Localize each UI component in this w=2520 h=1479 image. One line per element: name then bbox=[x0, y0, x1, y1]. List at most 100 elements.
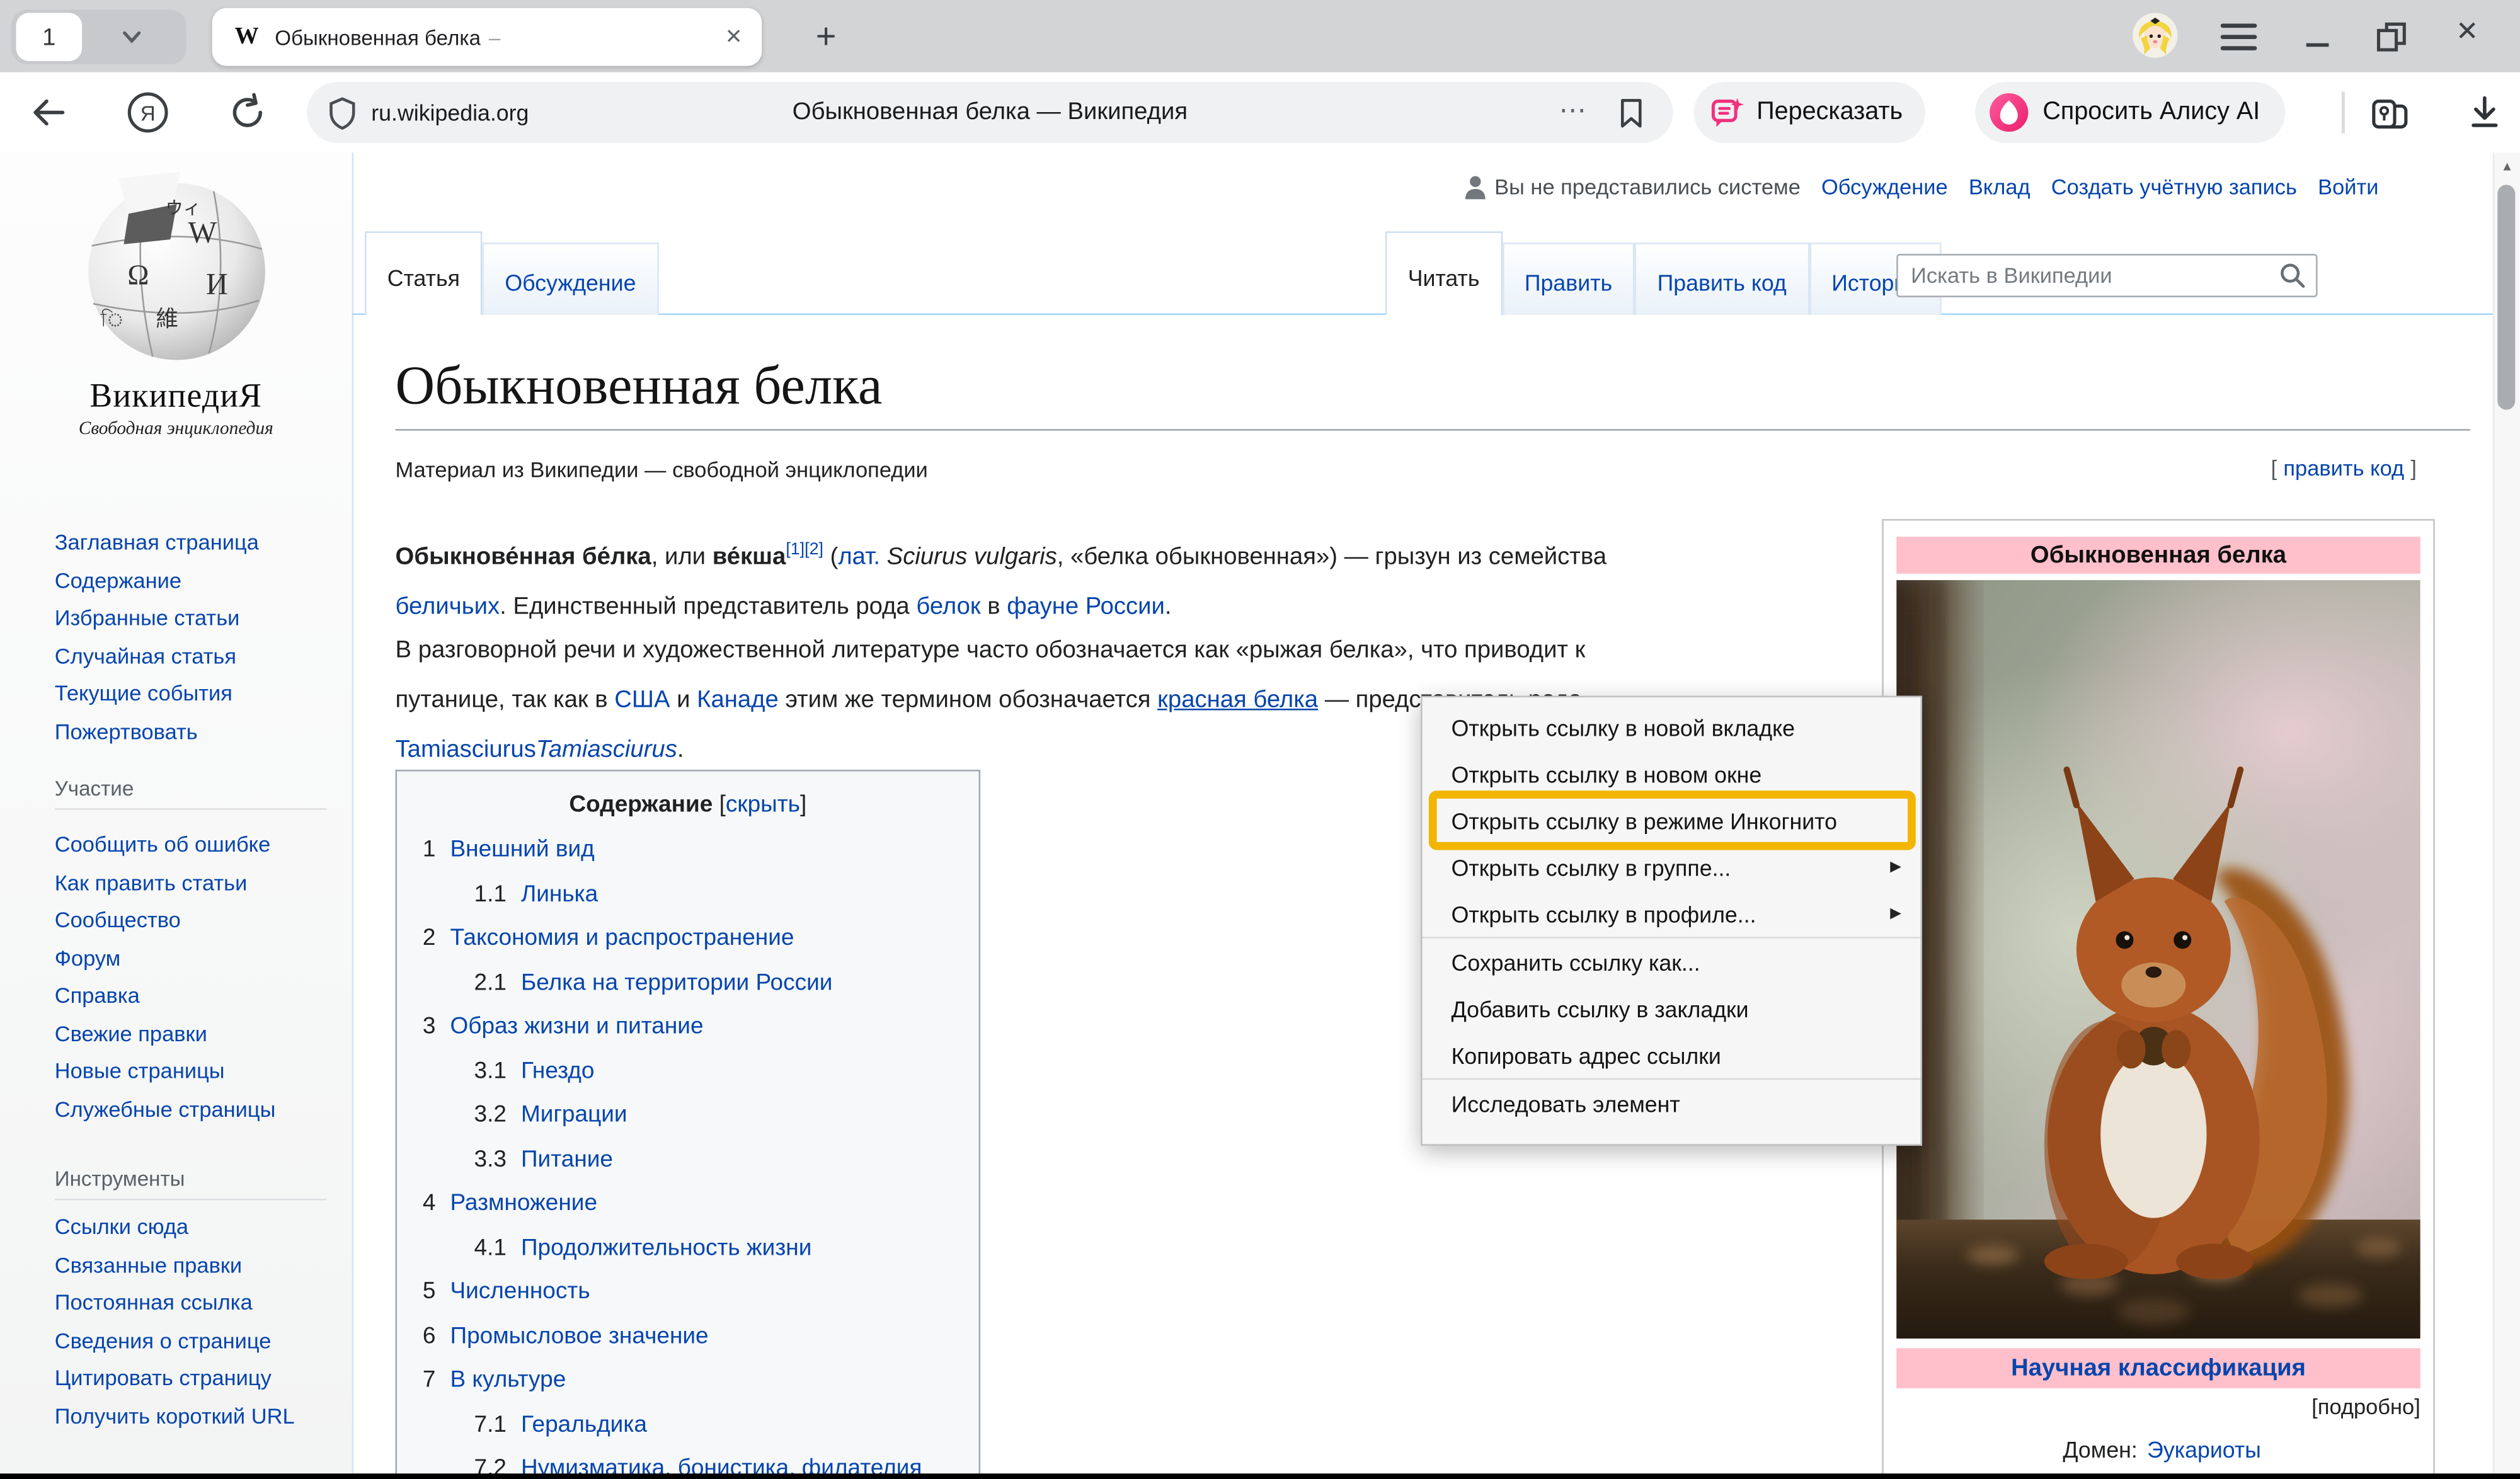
toc-link[interactable]: Продолжительность жизни bbox=[521, 1235, 811, 1260]
menu-item-open-new-tab[interactable]: Открыть ссылку в новой вкладке bbox=[1423, 704, 1921, 750]
window-close-button[interactable]: ✕ bbox=[2456, 16, 2478, 49]
toc-link[interactable]: Численность bbox=[450, 1279, 590, 1305]
sidebar-item-report-error[interactable]: Сообщить об ошибке bbox=[55, 826, 271, 864]
latin-link[interactable]: лат. bbox=[838, 543, 880, 570]
toc-link[interactable]: Промысловое значение bbox=[450, 1323, 708, 1349]
toc-link[interactable]: Белка на территории России bbox=[521, 970, 832, 996]
omnibox[interactable]: ru.wikipedia.org Обыкновенная белка — Ви… bbox=[307, 82, 1673, 143]
sidebar-item-donate[interactable]: Пожертвовать bbox=[55, 712, 198, 750]
canada-link[interactable]: Канаде bbox=[697, 686, 779, 713]
profile-avatar[interactable] bbox=[2133, 13, 2177, 57]
sidebar-item-related-changes[interactable]: Связанные правки bbox=[55, 1251, 242, 1278]
page-scrollbar[interactable]: ▲ bbox=[2493, 152, 2520, 1479]
menu-item-bookmark-link[interactable]: Добавить ссылку в закладки bbox=[1423, 985, 1921, 1032]
sidebar-item-cite-page[interactable]: Цитировать страницу bbox=[55, 1364, 272, 1391]
menu-item-open-in-group[interactable]: Открыть ссылку в группе...▶ bbox=[1423, 843, 1921, 890]
sidebar-item-help[interactable]: Справка bbox=[55, 977, 140, 1015]
menu-item-save-link-as[interactable]: Сохранить ссылку как... bbox=[1423, 939, 1921, 985]
usa-link[interactable]: США bbox=[614, 686, 670, 713]
squirrel-family-link[interactable]: беличьих bbox=[396, 593, 500, 620]
tamiasciurus-link[interactable]: Tamiasciurus bbox=[396, 736, 536, 763]
window-restore-button[interactable] bbox=[2372, 18, 2410, 56]
sidebar-item-special-pages[interactable]: Служебные страницы bbox=[55, 1090, 276, 1128]
personal-link-login[interactable]: Войти bbox=[2318, 175, 2378, 199]
menu-item-copy-link-address[interactable]: Копировать адрес ссылки bbox=[1423, 1032, 1921, 1078]
genus-link[interactable]: белок bbox=[916, 593, 980, 620]
personal-bar: Вы не представились системе Обсуждение В… bbox=[1464, 175, 2379, 199]
toc-link[interactable]: Таксономия и распространение bbox=[450, 925, 794, 951]
personal-link-talk[interactable]: Обсуждение bbox=[1821, 175, 1948, 199]
taxobox-image[interactable] bbox=[1896, 580, 2420, 1339]
browser-tab[interactable]: W Обыкновенная белка – ✕ bbox=[212, 8, 762, 66]
omnibox-more-icon[interactable]: ⋯ bbox=[1559, 82, 1586, 143]
sidebar-item-current-events[interactable]: Текущие события bbox=[55, 675, 232, 712]
sidebar-item-recent-changes[interactable]: Свежие правки bbox=[55, 1015, 207, 1053]
ref-1-link[interactable]: [1] bbox=[786, 540, 805, 559]
toc-link[interactable]: Образ жизни и питание bbox=[450, 1014, 703, 1040]
collections-panel-icon[interactable] bbox=[2369, 91, 2410, 133]
tab-discussion[interactable]: Обсуждение bbox=[483, 243, 659, 315]
wiki-search-input[interactable] bbox=[1896, 254, 2317, 297]
tab-article[interactable]: Статья bbox=[365, 231, 483, 315]
tab-edit-source[interactable]: Править код bbox=[1635, 243, 1809, 315]
fauna-russia-link[interactable]: фауне России bbox=[1007, 593, 1165, 620]
toc-link[interactable]: Гнездо bbox=[521, 1058, 594, 1084]
sidebar-item-short-url[interactable]: Получить короткий URL bbox=[55, 1402, 295, 1429]
scrollbar-thumb[interactable] bbox=[2497, 185, 2515, 409]
window-minimize-button[interactable] bbox=[2298, 21, 2337, 53]
ask-alice-label: Спросить Алису AI bbox=[2042, 98, 2260, 127]
sidebar-item-new-pages[interactable]: Новые страницы bbox=[55, 1053, 225, 1090]
toc-link[interactable]: Внешний вид bbox=[450, 837, 594, 863]
new-tab-button[interactable]: + bbox=[800, 11, 852, 63]
tab-edit[interactable]: Править bbox=[1502, 243, 1635, 315]
menu-item-open-in-profile[interactable]: Открыть ссылку в профиле...▶ bbox=[1423, 890, 1921, 937]
toc-link[interactable]: Питание bbox=[521, 1146, 613, 1172]
sidebar-item-main-page[interactable]: Заглавная страница bbox=[55, 524, 259, 562]
toc-link[interactable]: Размножение bbox=[450, 1191, 597, 1216]
sidebar-item-permanent-link[interactable]: Постоянная ссылка bbox=[55, 1289, 253, 1316]
ask-alice-button[interactable]: Спросить Алису AI bbox=[1975, 82, 2286, 143]
menu-item-open-incognito[interactable]: Открыть ссылку в режиме Инкогнито bbox=[1423, 797, 1921, 843]
sidebar-item-forum[interactable]: Форум bbox=[55, 939, 121, 977]
sidebar-item-how-to-edit[interactable]: Как править статьи bbox=[55, 864, 248, 901]
menu-item-inspect-element[interactable]: Исследовать элемент bbox=[1423, 1080, 1921, 1126]
domain-value-link[interactable]: Эукариоты bbox=[2147, 1437, 2261, 1463]
tab-count-badge[interactable]: 1 bbox=[16, 13, 83, 61]
toc-item: 1Внешний вид bbox=[397, 829, 978, 873]
menu-hamburger-icon[interactable] bbox=[2218, 21, 2259, 53]
ref-2-link[interactable]: [2] bbox=[805, 540, 823, 559]
refresh-icon[interactable] bbox=[227, 91, 268, 133]
toc-link[interactable]: В культуре bbox=[450, 1368, 566, 1393]
article-subtitle: Материал из Википедии — свободной энцикл… bbox=[396, 458, 928, 482]
details-link[interactable]: подробно bbox=[2318, 1395, 2414, 1419]
sidebar-item-what-links-here[interactable]: Ссылки сюда bbox=[55, 1213, 188, 1240]
red-squirrel-link[interactable]: красная белка bbox=[1157, 686, 1318, 713]
sidebar-item-contents[interactable]: Содержание bbox=[55, 562, 181, 600]
personal-link-contributions[interactable]: Вклад bbox=[1969, 175, 2030, 199]
tab-group-counter[interactable]: 1 bbox=[11, 9, 186, 64]
chevron-down-icon[interactable] bbox=[120, 26, 143, 49]
classification-link[interactable]: Научная классификация bbox=[2011, 1355, 2306, 1382]
toc-link[interactable]: Геральдика bbox=[521, 1412, 647, 1437]
toc-link[interactable]: Миграции bbox=[521, 1102, 627, 1128]
tab-close-icon[interactable]: ✕ bbox=[725, 24, 743, 50]
back-icon[interactable] bbox=[29, 93, 69, 132]
wikipedia-logo[interactable]: W И Ω 維 ウィ ি ВикипедиЯ Свободная энцикло… bbox=[0, 172, 352, 438]
search-icon[interactable] bbox=[2279, 262, 2306, 289]
tab-read[interactable]: Читать bbox=[1385, 231, 1502, 315]
sidebar-item-page-info[interactable]: Сведения о странице bbox=[55, 1327, 272, 1354]
downloads-icon[interactable] bbox=[2465, 93, 2504, 132]
scrollbar-up-arrow-icon[interactable]: ▲ bbox=[2494, 159, 2520, 174]
bookmark-icon[interactable] bbox=[1618, 98, 1644, 128]
menu-item-open-new-window[interactable]: Открыть ссылку в новом окне bbox=[1423, 750, 1921, 797]
retell-ai-button[interactable]: Пересказать bbox=[1694, 82, 1925, 143]
sidebar-item-featured[interactable]: Избранные статьи bbox=[55, 600, 240, 637]
sidebar-item-random[interactable]: Случайная статья bbox=[55, 637, 236, 675]
sidebar-item-community[interactable]: Сообщество bbox=[55, 901, 181, 939]
toc-hide-link[interactable]: скрыть bbox=[726, 792, 800, 818]
tamiasciurus-link-text[interactable]: Tamiasciurus bbox=[536, 736, 677, 763]
personal-link-create-account[interactable]: Создать учётную запись bbox=[2051, 175, 2297, 199]
edit-source-anchor[interactable]: править код bbox=[2283, 456, 2404, 480]
toc-link[interactable]: Линька bbox=[521, 881, 598, 907]
yandex-home-icon[interactable]: Я bbox=[125, 90, 170, 135]
